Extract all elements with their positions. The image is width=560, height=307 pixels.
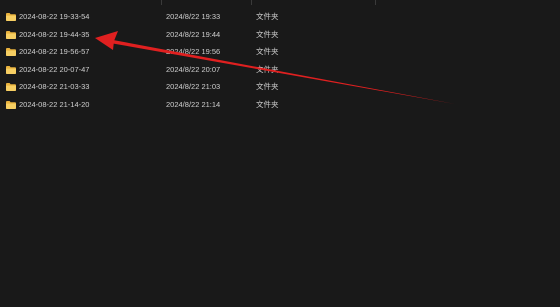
date-modified: 2024/8/22 19:56	[166, 47, 221, 56]
file-type: 文件夹	[256, 12, 279, 21]
folder-icon	[6, 83, 16, 91]
file-type: 文件夹	[256, 29, 279, 39]
folder-icon	[6, 13, 16, 21]
list-item[interactable]: 2024-08-22 19-56-57 2024/8/22 19:56 文件夹	[0, 43, 560, 61]
date-modified: 2024/8/22 21:03	[166, 82, 221, 91]
file-type: 文件夹	[256, 99, 279, 109]
file-type: 文件夹	[256, 64, 279, 74]
file-name: 2024-08-22 19-33-54	[19, 12, 90, 21]
list-item[interactable]: 2024-08-22 20-07-47 2024/8/22 20:07 文件夹	[0, 61, 560, 79]
column-divider[interactable]	[375, 0, 376, 5]
file-explorer-view: 2024-08-22 19-33-54 2024/8/22 19:33 文件夹 …	[0, 0, 560, 307]
file-name: 2024-08-22 19-56-57	[19, 47, 90, 56]
file-name: 2024-08-22 21-03-33	[19, 82, 90, 91]
file-list: 2024-08-22 19-33-54 2024/8/22 19:33 文件夹 …	[0, 8, 560, 113]
file-name: 2024-08-22 19-44-35	[19, 29, 90, 39]
list-item[interactable]: 2024-08-22 21-14-20 2024/8/22 21:14 文件夹	[0, 96, 560, 114]
date-modified: 2024/8/22 21:14	[166, 99, 221, 109]
file-name: 2024-08-22 21-14-20	[19, 99, 90, 109]
list-item[interactable]: 2024-08-22 19-44-35 2024/8/22 19:44 文件夹	[0, 26, 560, 44]
folder-icon	[6, 48, 16, 56]
folder-icon	[6, 100, 16, 109]
list-item[interactable]: 2024-08-22 21-03-33 2024/8/22 21:03 文件夹	[0, 78, 560, 96]
file-type: 文件夹	[256, 82, 279, 91]
date-modified: 2024/8/22 20:07	[166, 64, 221, 74]
date-modified: 2024/8/22 19:33	[166, 12, 221, 21]
column-divider[interactable]	[161, 0, 162, 5]
file-type: 文件夹	[256, 47, 279, 56]
list-item[interactable]: 2024-08-22 19-33-54 2024/8/22 19:33 文件夹	[0, 8, 560, 26]
file-name: 2024-08-22 20-07-47	[19, 64, 90, 74]
date-modified: 2024/8/22 19:44	[166, 29, 221, 39]
column-divider[interactable]	[251, 0, 252, 5]
folder-icon	[6, 30, 16, 39]
folder-icon	[6, 65, 16, 74]
